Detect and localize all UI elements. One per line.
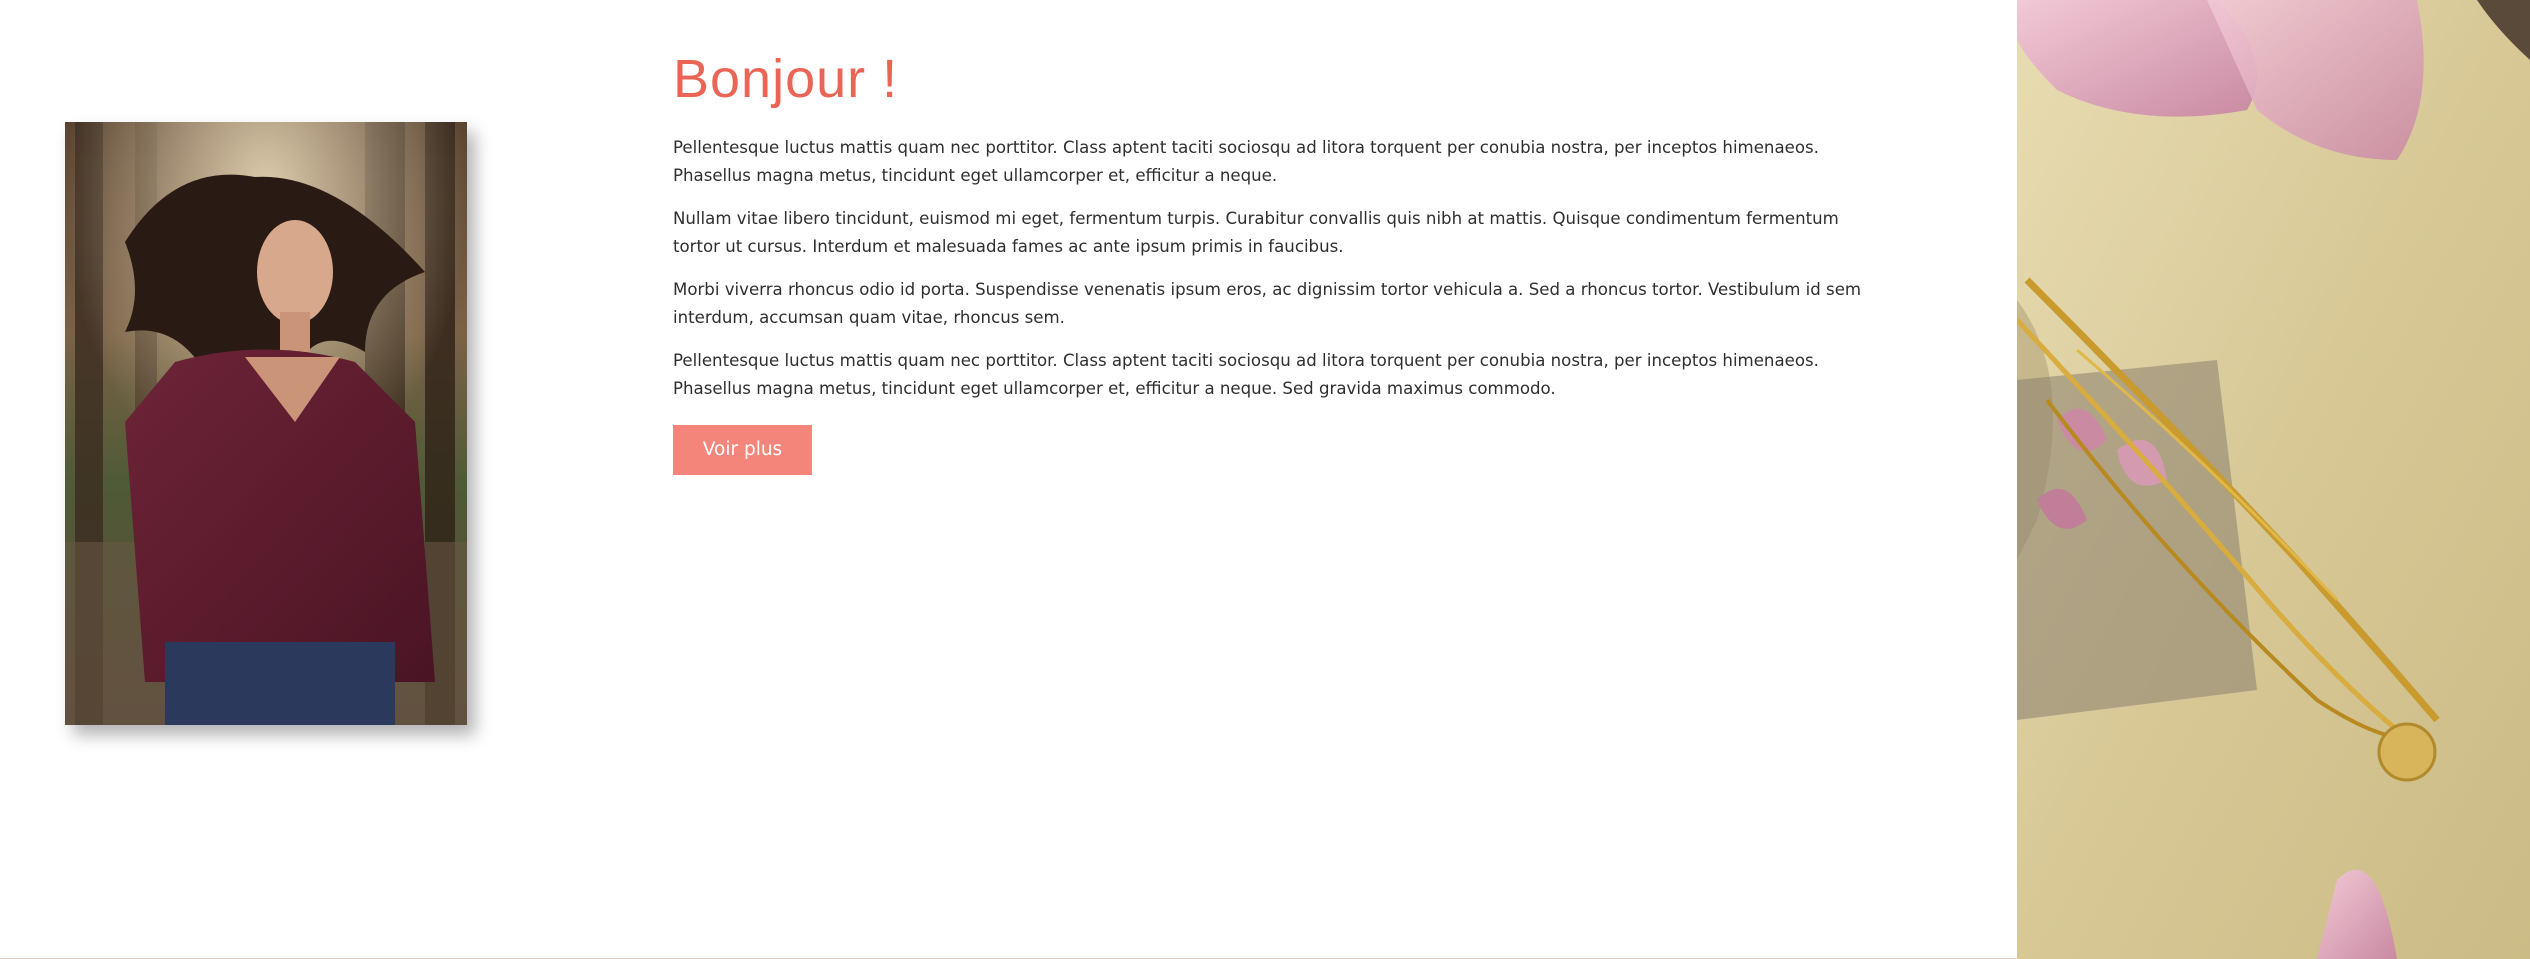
intro-paragraph-4: Pellentesque luctus mattis quam nec port… bbox=[673, 351, 1819, 398]
jewelry-photo bbox=[2017, 0, 2530, 959]
intro-paragraph-1: Pellentesque luctus mattis quam nec port… bbox=[673, 138, 1819, 185]
page: Bonjour ! Pellentesque luctus mattis qua… bbox=[0, 0, 2530, 959]
intro-paragraph-2: Nullam vitae libero tincidunt, euismod m… bbox=[673, 209, 1839, 256]
page-title: Bonjour ! bbox=[673, 49, 899, 109]
intro-paragraph-3: Morbi viverra rhoncus odio id porta. Sus… bbox=[673, 280, 1862, 327]
voir-plus-button[interactable]: Voir plus bbox=[673, 425, 812, 475]
intro-section: Bonjour ! Pellentesque luctus mattis qua… bbox=[673, 44, 1893, 475]
portrait-photo bbox=[65, 122, 467, 725]
